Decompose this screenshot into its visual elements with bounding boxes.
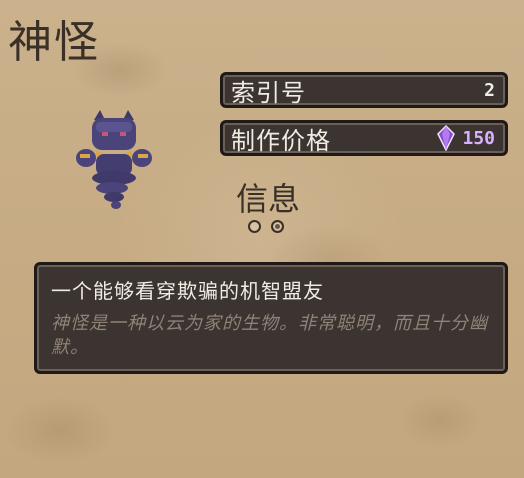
craft-price-label: 制作价格 (231, 126, 331, 155)
purple-gem-icon (437, 125, 456, 151)
craft-price-panel: 制作价格 150 (220, 120, 508, 156)
index-value: 2 (484, 79, 495, 101)
index-label: 索引号 (231, 78, 306, 107)
index-panel: 索引号 2 (220, 72, 508, 108)
description-box: 一个能够看穿欺骗的机智盟友 神怪是一种以云为家的生物。非常聪明，而且十分幽默。 (34, 262, 508, 374)
page-dot-2[interactable] (271, 220, 284, 233)
craft-price: 150 (436, 125, 495, 151)
page-title: 神怪 (8, 17, 100, 68)
page-indicator (248, 220, 284, 233)
page-dot-1[interactable] (248, 220, 261, 233)
description-headline: 一个能够看穿欺骗的机智盟友 (51, 279, 324, 303)
genie-creature-sprite (76, 110, 152, 209)
description-body: 神怪是一种以云为家的生物。非常聪明，而且十分幽默。 (51, 313, 488, 358)
info-heading: 信息 (236, 180, 301, 218)
craft-price-value: 150 (462, 127, 495, 149)
